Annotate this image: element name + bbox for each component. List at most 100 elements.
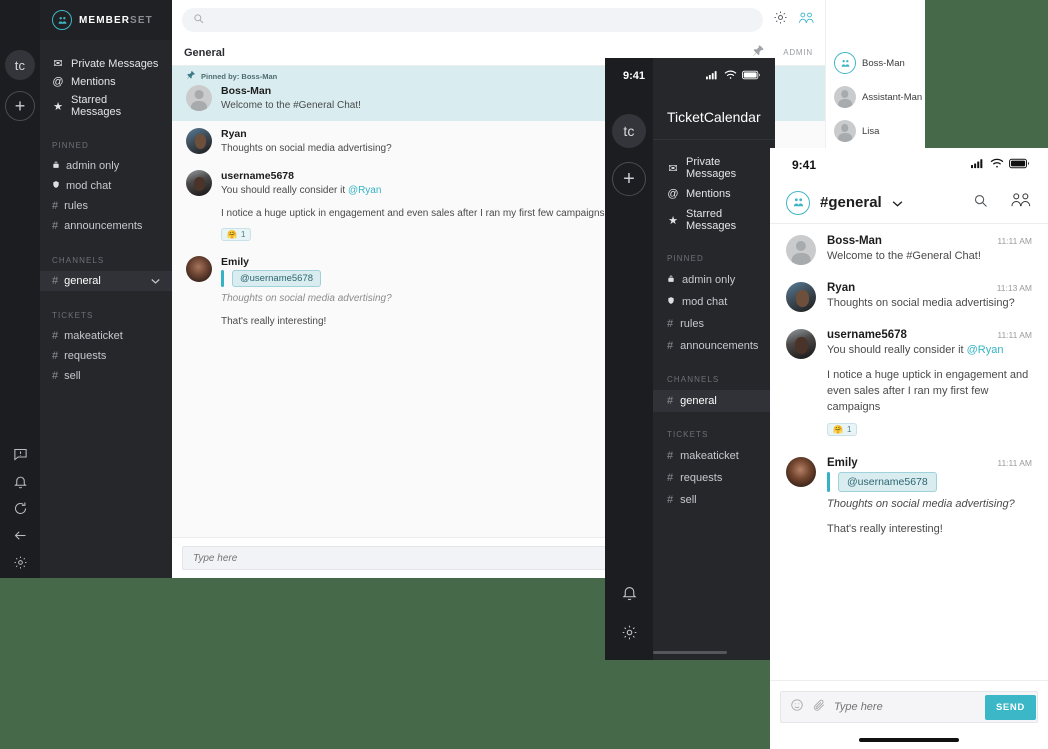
sidebar-channel-rules[interactable]: # rules: [653, 313, 775, 335]
reaction-badge[interactable]: 🤗 1: [827, 423, 857, 436]
hash-icon: #: [667, 340, 673, 352]
tablet-home-indicator: [653, 651, 727, 654]
sidebar-channel-mod-chat[interactable]: mod chat: [40, 176, 172, 196]
message-timestamp: 11:13 AM: [997, 283, 1032, 293]
people-icon[interactable]: [798, 11, 815, 30]
hash-icon: #: [52, 330, 58, 342]
sidebar-item-mentions[interactable]: @ Mentions: [653, 184, 775, 204]
sidebar-channel-general[interactable]: # general: [653, 390, 775, 412]
sidebar-item-label: Private Messages: [71, 58, 158, 70]
sidebar-channel-admin-only[interactable]: admin only: [653, 269, 775, 291]
chevron-down-icon[interactable]: [892, 194, 903, 212]
avatar: [834, 52, 856, 74]
reaction-badge[interactable]: 🤗 1: [221, 228, 251, 241]
message-author: Emily: [827, 457, 858, 469]
pinned-note-text: Pinned by: Boss-Man: [201, 72, 277, 81]
send-button[interactable]: SEND: [985, 695, 1036, 720]
message-timestamp: 11:11 AM: [997, 236, 1032, 246]
sidebar-channel-makeaticket[interactable]: # makeaticket: [40, 326, 172, 346]
sidebar-channel-announcements[interactable]: # announcements: [653, 335, 775, 357]
sidebar-channel-general[interactable]: # general: [40, 271, 172, 291]
bell-icon[interactable]: [13, 474, 28, 489]
tablet-app-window: 9:41: [605, 58, 775, 660]
sidebar-channel-requests[interactable]: # requests: [653, 467, 775, 489]
sidebar-section-tickets-title: TICKETS: [40, 311, 172, 320]
refresh-icon[interactable]: [13, 501, 28, 516]
gear-icon[interactable]: [621, 624, 638, 646]
people-logo-icon: [52, 10, 72, 30]
avatar: [834, 120, 856, 142]
sidebar-channel-makeaticket[interactable]: # makeaticket: [653, 445, 775, 467]
sidebar-section-channels-title: CHANNELS: [653, 375, 775, 384]
tablet-workspace-title: TicketCalendar: [653, 94, 775, 140]
status-time: 9:41: [623, 70, 645, 82]
message-text: Thoughts on social media advertising?: [827, 296, 1032, 312]
member-row[interactable]: Lisa: [826, 114, 925, 148]
message-input[interactable]: [834, 701, 977, 713]
sidebar-channel-admin-only[interactable]: admin only: [40, 156, 172, 176]
sidebar-item-mentions[interactable]: @ Mentions: [40, 73, 172, 91]
member-name: Lisa: [862, 126, 879, 137]
workspace-avatar-tc[interactable]: tc: [5, 50, 35, 80]
member-row[interactable]: Assistant-Man: [826, 80, 925, 114]
add-workspace-button[interactable]: +: [5, 91, 35, 121]
message-text: Welcome to the #General Chat!: [827, 249, 1032, 265]
search-input[interactable]: [211, 14, 752, 26]
sidebar-channel-requests[interactable]: # requests: [40, 346, 172, 366]
message-text: I notice a huge uptick in engagement and…: [827, 368, 1032, 416]
signal-icon: [706, 70, 719, 83]
sidebar-item-label: Mentions: [686, 188, 731, 200]
sidebar-item-private-messages[interactable]: ✉ Private Messages: [653, 152, 775, 184]
sidebar-channel-label: sell: [680, 494, 697, 506]
battery-icon: [742, 70, 761, 83]
mention-link[interactable]: @Ryan: [348, 185, 382, 196]
desktop-topbar: [172, 0, 825, 40]
hash-icon: #: [667, 494, 673, 506]
sidebar-item-private-messages[interactable]: ✉ Private Messages: [40, 54, 172, 73]
avatar: [186, 85, 212, 111]
search-icon[interactable]: [973, 193, 988, 213]
hash-icon: #: [52, 275, 58, 287]
add-workspace-button[interactable]: +: [612, 162, 646, 196]
composer-field[interactable]: SEND: [780, 691, 1038, 723]
reaction-count: 1: [241, 230, 245, 239]
reaction-emoji: 🤗: [833, 425, 843, 434]
signal-icon: [971, 158, 985, 172]
gear-icon[interactable]: [13, 555, 28, 570]
sidebar-channel-label: makeaticket: [64, 330, 123, 342]
phone-channel-title[interactable]: #general: [820, 194, 882, 211]
member-name: Boss-Man: [862, 58, 905, 69]
sidebar-item-starred-messages[interactable]: ★ Starred Messages: [40, 91, 172, 121]
bell-icon[interactable]: [621, 584, 638, 606]
sidebar-channel-label: admin only: [66, 160, 119, 172]
sidebar-channel-label: rules: [680, 318, 704, 330]
envelope-icon: ✉: [52, 57, 64, 70]
workspace-avatar-tc[interactable]: tc: [612, 114, 646, 148]
quote-mention-chip[interactable]: @username5678: [838, 472, 937, 492]
message-text-prefix: You should really consider it: [827, 344, 967, 356]
phone-message-list[interactable]: Boss-Man 11:11 AM Welcome to the #Genera…: [770, 224, 1048, 656]
sidebar-channel-mod-chat[interactable]: mod chat: [653, 291, 775, 313]
avatar: [786, 457, 816, 487]
emoji-icon[interactable]: [790, 698, 804, 717]
people-icon[interactable]: [1010, 192, 1032, 213]
avatar: [186, 256, 212, 282]
mention-link[interactable]: @Ryan: [967, 344, 1004, 356]
sidebar-item-starred-messages[interactable]: ★ Starred Messages: [653, 204, 775, 236]
back-arrow-icon[interactable]: [13, 528, 28, 543]
quote-mention-chip[interactable]: @username5678: [232, 270, 321, 287]
people-logo-icon: [786, 191, 810, 215]
wifi-icon: [990, 158, 1004, 172]
star-icon: ★: [52, 100, 64, 113]
sidebar-channel-sell[interactable]: # sell: [653, 489, 775, 511]
gear-icon[interactable]: [773, 10, 788, 30]
chevron-down-icon[interactable]: [151, 276, 160, 286]
search-bar[interactable]: [182, 8, 763, 32]
sidebar-channel-rules[interactable]: # rules: [40, 196, 172, 216]
paperclip-icon[interactable]: [812, 698, 826, 717]
message-text: That's really interesting!: [827, 522, 1032, 538]
sidebar-channel-announcements[interactable]: # announcements: [40, 216, 172, 236]
member-row[interactable]: Boss-Man: [826, 46, 925, 80]
alert-message-icon[interactable]: [13, 447, 28, 462]
sidebar-channel-sell[interactable]: # sell: [40, 366, 172, 386]
